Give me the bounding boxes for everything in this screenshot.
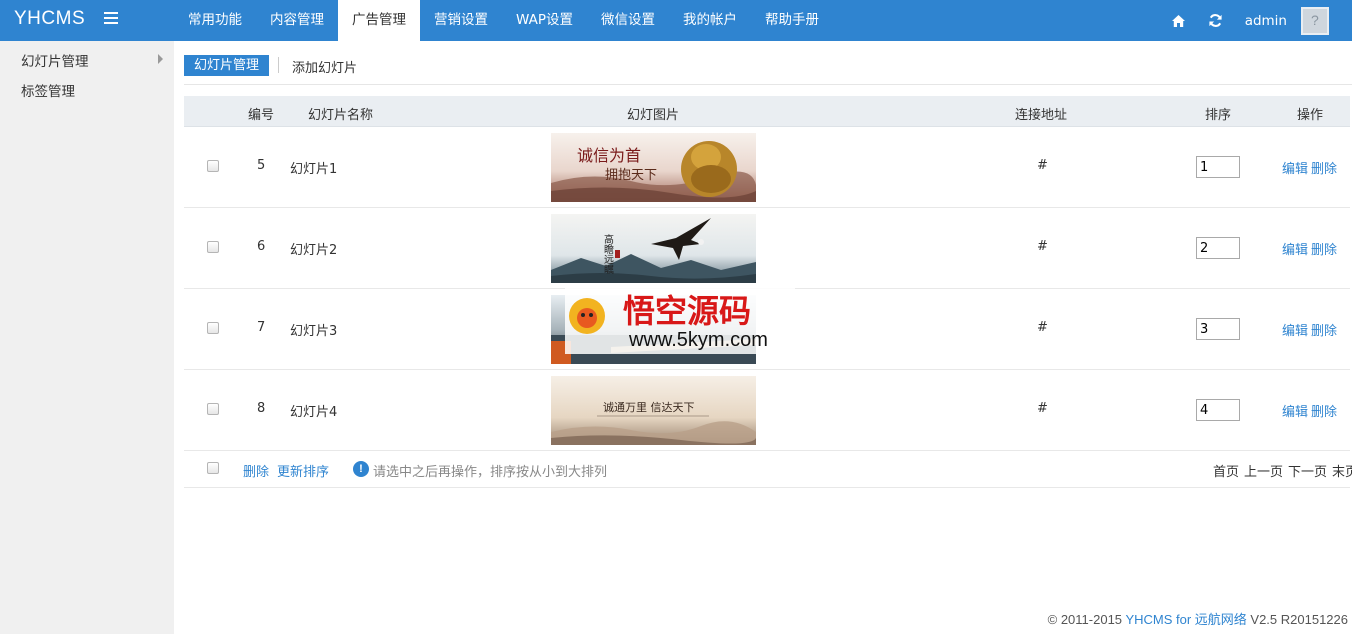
slide-text: 拥抱天下 <box>605 167 657 183</box>
nav-item-marketing[interactable]: 营销设置 <box>420 0 502 41</box>
header-name: 幻灯片名称 <box>308 108 374 123</box>
delete-link[interactable]: 删除 <box>1311 239 1337 258</box>
watermark-title: 悟空源码 <box>623 292 751 330</box>
watermark-url: www.5kym.com <box>628 329 768 351</box>
hamburger-menu-icon[interactable] <box>104 12 118 24</box>
row-id: 5 <box>257 158 266 173</box>
slide-thumbnail[interactable]: 诚信为首 拥抱天下 <box>551 133 756 202</box>
select-all-checkbox[interactable] <box>207 462 219 474</box>
top-bar: YHCMS 常用功能 内容管理 广告管理 营销设置 WAP设置 微信设置 我的帐… <box>0 0 1352 41</box>
order-input[interactable] <box>1196 237 1240 259</box>
update-order-button[interactable]: 更新排序 <box>277 461 329 480</box>
header-link: 连接地址 <box>1015 108 1068 123</box>
row-checkbox[interactable] <box>207 322 219 334</box>
row-name: 幻灯片1 <box>290 162 338 177</box>
header-id: 编号 <box>248 108 275 123</box>
pagination: 首页 上一页 下一页 末页 <box>1213 461 1352 480</box>
top-right-tools: admin <box>1171 0 1352 41</box>
edit-link[interactable]: 编辑 <box>1282 158 1308 177</box>
pager-first[interactable]: 首页 <box>1213 461 1239 480</box>
table-row: 5 幻灯片1 诚信为首 拥抱天下 # 编辑 删除 <box>184 127 1350 208</box>
table-row: 8 幻灯片4 诚通万里 信达天下 # 编辑 删除 <box>184 370 1350 451</box>
refresh-icon[interactable] <box>1208 13 1224 29</box>
row-name: 幻灯片3 <box>290 324 338 339</box>
pager-last[interactable]: 末页 <box>1332 461 1352 480</box>
row-name: 幻灯片4 <box>290 405 338 420</box>
operation-tip: 请选中之后再操作，排序按从小到大排列 <box>373 465 608 480</box>
tab-add-slide[interactable]: 添加幻灯片 <box>292 57 357 76</box>
bulk-delete-button[interactable]: 删除 <box>243 461 269 480</box>
copyright-year: © 2011-2015 <box>1047 612 1123 627</box>
home-icon[interactable] <box>1171 13 1187 29</box>
tab-underline <box>184 84 1352 85</box>
app-logo[interactable]: YHCMS <box>14 8 85 30</box>
edit-link[interactable]: 编辑 <box>1282 401 1308 420</box>
info-icon: ! <box>353 461 369 477</box>
nav-item-ads[interactable]: 广告管理 <box>338 0 420 41</box>
username[interactable]: admin <box>1245 13 1287 29</box>
version-label: V2.5 R20151226 <box>1250 612 1348 627</box>
order-input[interactable] <box>1196 156 1240 178</box>
sidebar: 幻灯片管理 标签管理 <box>0 41 174 634</box>
edit-link[interactable]: 编辑 <box>1282 239 1308 258</box>
table-header: 编号 幻灯片名称 幻灯图片 连接地址 排序 操作 <box>184 96 1350 127</box>
order-input[interactable] <box>1196 318 1240 340</box>
table-actions-row: 删除 更新排序 ! 请选中之后再操作，排序按从小到大排列 首页 上一页 下一页 … <box>184 450 1352 488</box>
watermark: 悟空源码 www.5kym.com <box>565 286 795 354</box>
edit-link[interactable]: 编辑 <box>1282 320 1308 339</box>
nav-item-account[interactable]: 我的帐户 <box>669 0 751 41</box>
copyright: © 2011-2015 YHCMS for 远航网络 V2.5 R2015122… <box>1048 609 1348 628</box>
row-id: 6 <box>257 239 266 254</box>
delete-link[interactable]: 删除 <box>1311 320 1337 339</box>
order-input[interactable] <box>1196 399 1240 421</box>
table-row: 6 幻灯片2 高瞻远瞩 # 编辑 删除 <box>184 208 1350 289</box>
chevron-right-icon[interactable] <box>158 54 163 64</box>
slide-text: 高瞻远瞩 <box>602 233 614 275</box>
sidebar-item-slides[interactable]: 幻灯片管理 <box>21 50 89 70</box>
header-order: 排序 <box>1205 108 1232 123</box>
delete-link[interactable]: 删除 <box>1311 158 1337 177</box>
delete-link[interactable]: 删除 <box>1311 401 1337 420</box>
row-link: # <box>1037 239 1048 254</box>
row-name: 幻灯片2 <box>290 243 338 258</box>
row-link: # <box>1037 401 1048 416</box>
header-actions: 操作 <box>1297 108 1324 123</box>
pager-next[interactable]: 下一页 <box>1288 461 1327 480</box>
row-link: # <box>1037 158 1048 173</box>
main-nav: 常用功能 内容管理 广告管理 营销设置 WAP设置 微信设置 我的帐户 帮助手册 <box>174 0 833 41</box>
pager-prev[interactable]: 上一页 <box>1244 461 1283 480</box>
row-checkbox[interactable] <box>207 160 219 172</box>
row-checkbox[interactable] <box>207 241 219 253</box>
nav-item-content[interactable]: 内容管理 <box>256 0 338 41</box>
slide-thumbnail[interactable]: 高瞻远瞩 <box>551 214 756 283</box>
row-id: 7 <box>257 320 266 335</box>
nav-item-wechat[interactable]: 微信设置 <box>587 0 669 41</box>
slide-text: 诚信为首 <box>577 146 641 165</box>
slide-thumbnail[interactable]: 诚通万里 信达天下 <box>551 376 756 445</box>
tab-divider <box>278 57 279 73</box>
nav-item-common[interactable]: 常用功能 <box>174 0 256 41</box>
copyright-brand-link[interactable]: YHCMS for 远航网络 <box>1125 612 1246 627</box>
row-checkbox[interactable] <box>207 403 219 415</box>
avatar[interactable] <box>1301 6 1329 35</box>
slide-text: 诚通万里 信达天下 <box>603 401 695 414</box>
nav-item-wap[interactable]: WAP设置 <box>502 0 587 41</box>
row-link: # <box>1037 320 1048 335</box>
row-id: 8 <box>257 401 266 416</box>
sidebar-item-tags[interactable]: 标签管理 <box>21 80 75 100</box>
header-image: 幻灯图片 <box>627 108 680 123</box>
nav-item-help[interactable]: 帮助手册 <box>751 0 833 41</box>
tab-slide-management[interactable]: 幻灯片管理 <box>184 55 269 76</box>
